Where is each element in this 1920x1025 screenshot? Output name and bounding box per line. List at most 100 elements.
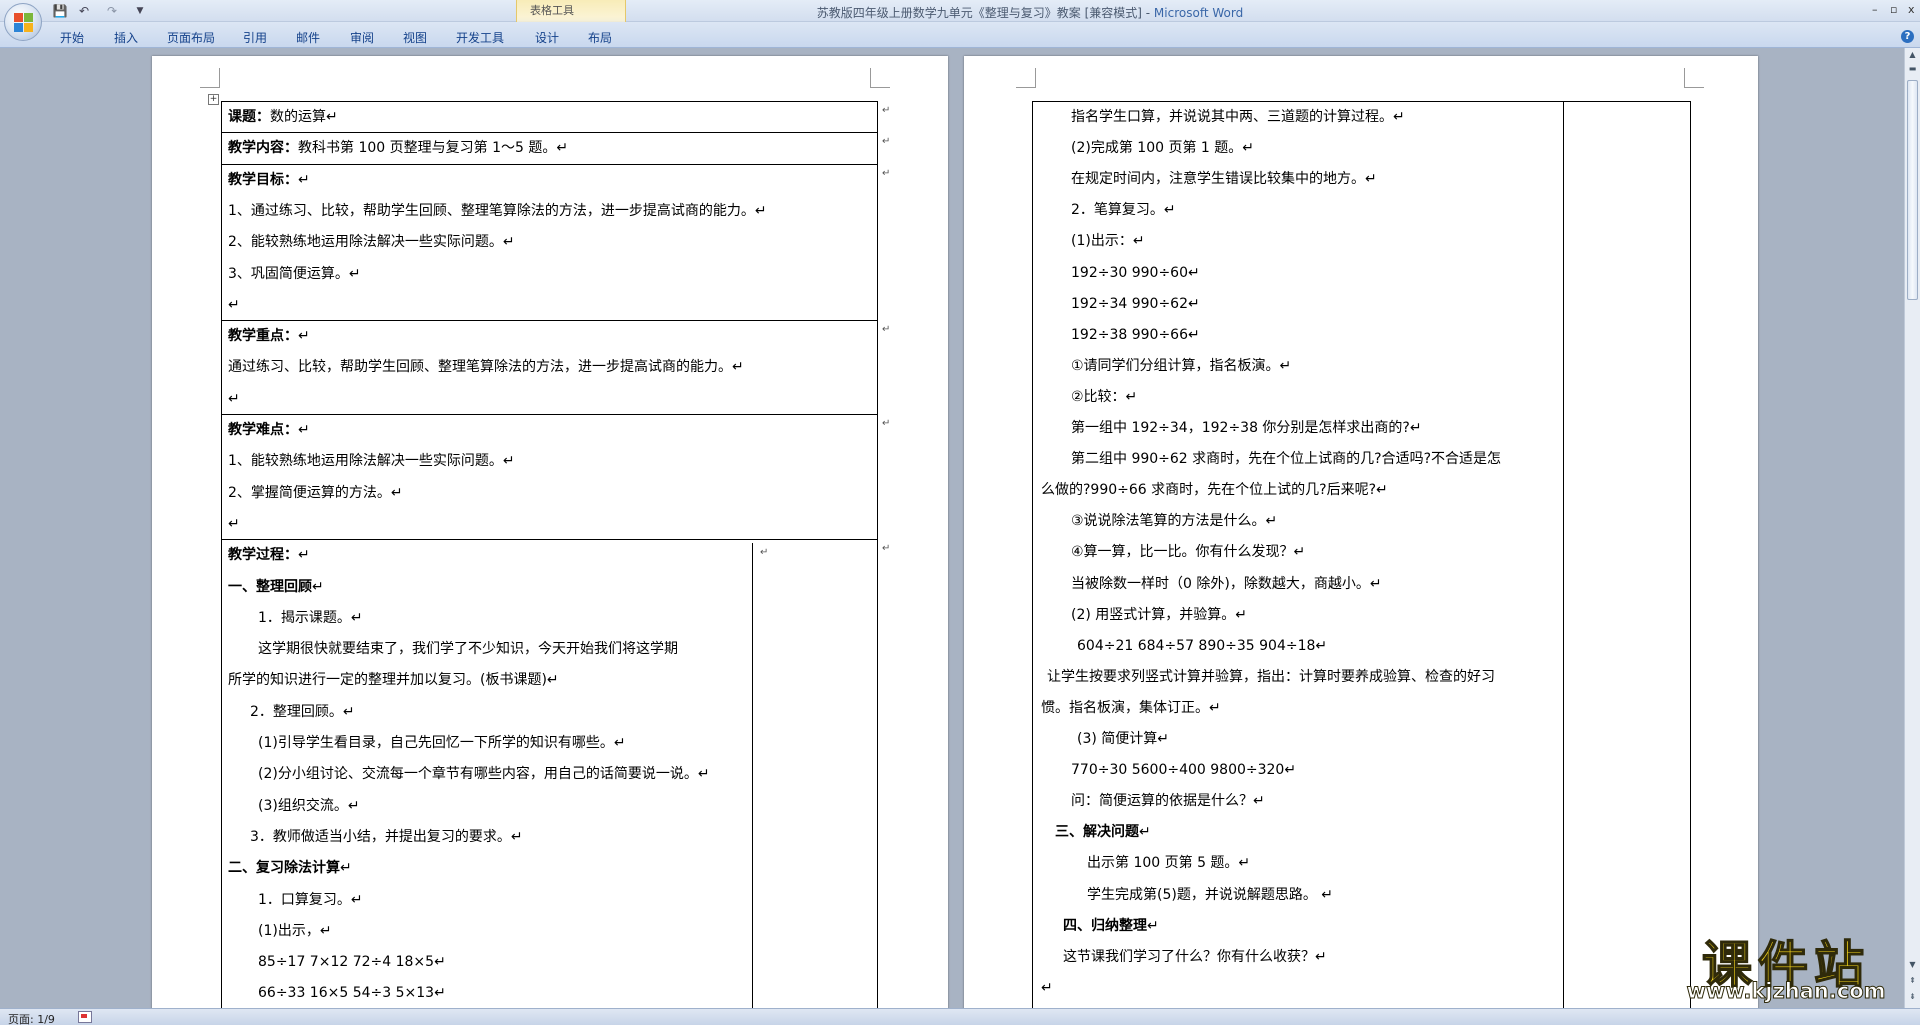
line-text: (1)出示，↵: [258, 922, 332, 939]
crop-mark: [1684, 68, 1704, 88]
line-text: 当被除数一样时（0 除外)，除数越大，商越小。↵: [1071, 575, 1382, 592]
line-text: ↵: [298, 547, 310, 564]
line-text: ↵: [228, 390, 240, 407]
tab-design[interactable]: 设计: [535, 29, 559, 46]
page-1[interactable]: + 课题：数的运算↵ 教学内容：教科书第 100 页整理与复习第 1～5 题。↵ 教…: [152, 56, 948, 1008]
text-line: 第二组中 990÷62 求商时，先在个位上试商的几?合适吗?不合适是怎: [1071, 450, 1501, 468]
ribbon-tabs: 开始 插入 页面布局 引用 邮件 审阅 视图 开发工具 设计 布局 ?: [0, 22, 1920, 48]
text-line: 1、能较熟练地运用除法解决一些实际问题。↵: [228, 452, 515, 470]
text-line: ④算一算，比一比。你有什么发现？↵: [1071, 543, 1305, 561]
row-divider: [221, 164, 878, 165]
text-line: (2)完成第 100 页第 1 题。↵: [1071, 139, 1254, 157]
table-move-handle-icon[interactable]: +: [208, 94, 219, 105]
app-name: Microsoft Word: [1153, 6, 1244, 20]
line-text: (1)出示：↵: [1071, 233, 1145, 250]
crop-mark: [1016, 68, 1036, 88]
tab-view[interactable]: 视图: [403, 29, 427, 46]
scrollbar-thumb[interactable]: [1907, 80, 1918, 300]
table-left-border: [1032, 101, 1033, 1008]
text-line: 604÷21 684÷57 890÷35 904÷18↵: [1077, 637, 1327, 655]
line-text: 85÷17 7×12 72÷4 18×5↵: [258, 954, 446, 971]
vertical-scrollbar[interactable]: ▲ ▬ ▼ ⇞ ⇟: [1904, 48, 1920, 1008]
text-line: 学生完成第(5)题，并说说解题思路。 ↵: [1087, 886, 1333, 904]
row-divider: [221, 320, 878, 321]
text-line: 这节课我们学习了什么？你有什么收获？↵: [1063, 948, 1327, 966]
bold-heading: 一、整理回顾: [228, 578, 312, 595]
line-text: 2．笔算复习。↵: [1071, 202, 1176, 219]
text-line: ↵: [228, 515, 240, 533]
table-tools-label: 表格工具: [530, 4, 574, 17]
text-line: ①请同学们分组计算，指名板演。↵: [1071, 357, 1291, 375]
line-text: 3．教师做适当小结，并提出复习的要求。↵: [250, 828, 523, 845]
line-text: ↵: [298, 422, 310, 438]
line-text: 2．整理回顾。↵: [250, 703, 355, 720]
text-line: 三、解决问题↵: [1055, 823, 1151, 841]
tab-home[interactable]: 开始: [60, 29, 84, 46]
line-text: 教科书第 100 页整理与复习第 1～5 题。↵: [298, 140, 569, 157]
line-text: 学生完成第(5)题，并说说解题思路。 ↵: [1087, 886, 1334, 903]
text-line: 1．揭示课题。↵: [258, 609, 363, 627]
page-count[interactable]: 页面: 1/9: [8, 1011, 55, 1025]
row-divider: [221, 132, 878, 133]
text-line: (1)出示，↵: [258, 922, 332, 940]
tab-layout[interactable]: 布局: [588, 29, 612, 46]
tab-references[interactable]: 引用: [243, 29, 267, 46]
line-text: 1、能较熟练地运用除法解决一些实际问题。↵: [228, 453, 515, 470]
ruler-toggle-icon[interactable]: ▬: [1907, 64, 1918, 75]
document-workspace[interactable]: + 课题：数的运算↵ 教学内容：教科书第 100 页整理与复习第 1～5 题。↵ 教…: [0, 48, 1904, 1008]
text-line: ②比较：↵: [1071, 388, 1137, 406]
scroll-up-icon[interactable]: ▲: [1907, 50, 1918, 61]
line-text: 这学期很快就要结束了，我们学了不少知识，今天开始我们将这学期: [258, 641, 678, 658]
line-text: ↵: [1147, 917, 1159, 934]
column-divider: [752, 543, 753, 1008]
line-text: ↵: [298, 171, 310, 188]
end-of-row-mark: ↵: [882, 168, 891, 179]
bold-heading: 教学重点：: [228, 328, 298, 345]
scroll-down-icon[interactable]: ▼: [1907, 960, 1918, 971]
text-line: 85÷17 7×12 72÷4 18×5↵: [258, 953, 446, 971]
text-line: 四、归纳整理↵: [1063, 917, 1159, 935]
line-text: 604÷21 684÷57 890÷35 904÷18↵: [1077, 637, 1328, 654]
office-button[interactable]: [4, 3, 42, 41]
line-text: 3、巩固简便运算。↵: [228, 265, 361, 282]
line-text: (3) 简便计算↵: [1077, 731, 1170, 747]
row-divider: [221, 539, 878, 540]
bold-heading: 三、解决问题: [1055, 824, 1139, 841]
text-line: 第一组中 192÷34，192÷38 你分别是怎样求出商的?↵: [1071, 419, 1422, 437]
text-line: 教学重点：↵: [228, 327, 310, 345]
close-button[interactable]: x: [1908, 3, 1915, 16]
line-text: 第二组中 990÷62 求商时，先在个位上试商的几?合适吗?不合适是怎: [1071, 451, 1502, 468]
text-line: ↵: [228, 390, 240, 408]
tab-developer[interactable]: 开发工具: [456, 29, 504, 46]
next-page-icon[interactable]: ⇟: [1907, 992, 1918, 1003]
minimize-button[interactable]: –: [1872, 3, 1878, 16]
text-line: 么做的?990÷66 求商时，先在个位上试的几?后来呢?↵: [1041, 481, 1388, 499]
end-of-row-mark: ↵: [882, 418, 891, 429]
text-line: (2)分小组讨论、交流每一个章节有哪些内容，用自己的话简要说一说。↵: [258, 765, 710, 783]
tab-insert[interactable]: 插入: [114, 29, 138, 46]
text-line: 3．教师做适当小结，并提出复习的要求。↵: [250, 828, 523, 846]
page-2[interactable]: 指名学生口算，并说说其中两、三道题的计算过程。↵ (2)完成第 100 页第 1 …: [964, 56, 1758, 1008]
restore-button[interactable]: ▫: [1890, 3, 1897, 16]
help-icon[interactable]: ?: [1901, 30, 1914, 43]
watermark-logo: 课件站 www.kjzhan.com: [1668, 925, 1904, 1005]
line-text: ③说说除法笔算的方法是什么。↵: [1071, 513, 1278, 530]
line-text: (2) 用竖式计算，并验算。↵: [1071, 606, 1248, 623]
proofing-icon[interactable]: [78, 1011, 92, 1023]
line-text: 192÷34 990÷62↵: [1071, 295, 1200, 312]
line-text: 么做的?990÷66 求商时，先在个位上试的几?后来呢?↵: [1041, 482, 1388, 499]
text-line: 教学内容：教科书第 100 页整理与复习第 1～5 题。↵: [228, 139, 568, 157]
line-text: (2)分小组讨论、交流每一个章节有哪些内容，用自己的话简要说一说。↵: [258, 766, 710, 783]
tab-review[interactable]: 审阅: [350, 29, 374, 46]
bold-heading: 教学过程：: [228, 547, 298, 564]
bold-heading: 教学内容：: [228, 140, 298, 157]
bold-heading: 课题：: [228, 109, 270, 125]
column-divider: [1563, 101, 1564, 1008]
line-text: 这节课我们学习了什么？你有什么收获？↵: [1063, 948, 1327, 965]
previous-page-icon[interactable]: ⇞: [1907, 976, 1918, 987]
table-right-border: [1690, 101, 1691, 1008]
text-line: 在规定时间内，注意学生错误比较集中的地方。↵: [1071, 170, 1377, 188]
end-of-row-mark: ↵: [882, 105, 891, 116]
tab-page-layout[interactable]: 页面布局: [167, 29, 215, 46]
tab-mailings[interactable]: 邮件: [296, 29, 320, 46]
